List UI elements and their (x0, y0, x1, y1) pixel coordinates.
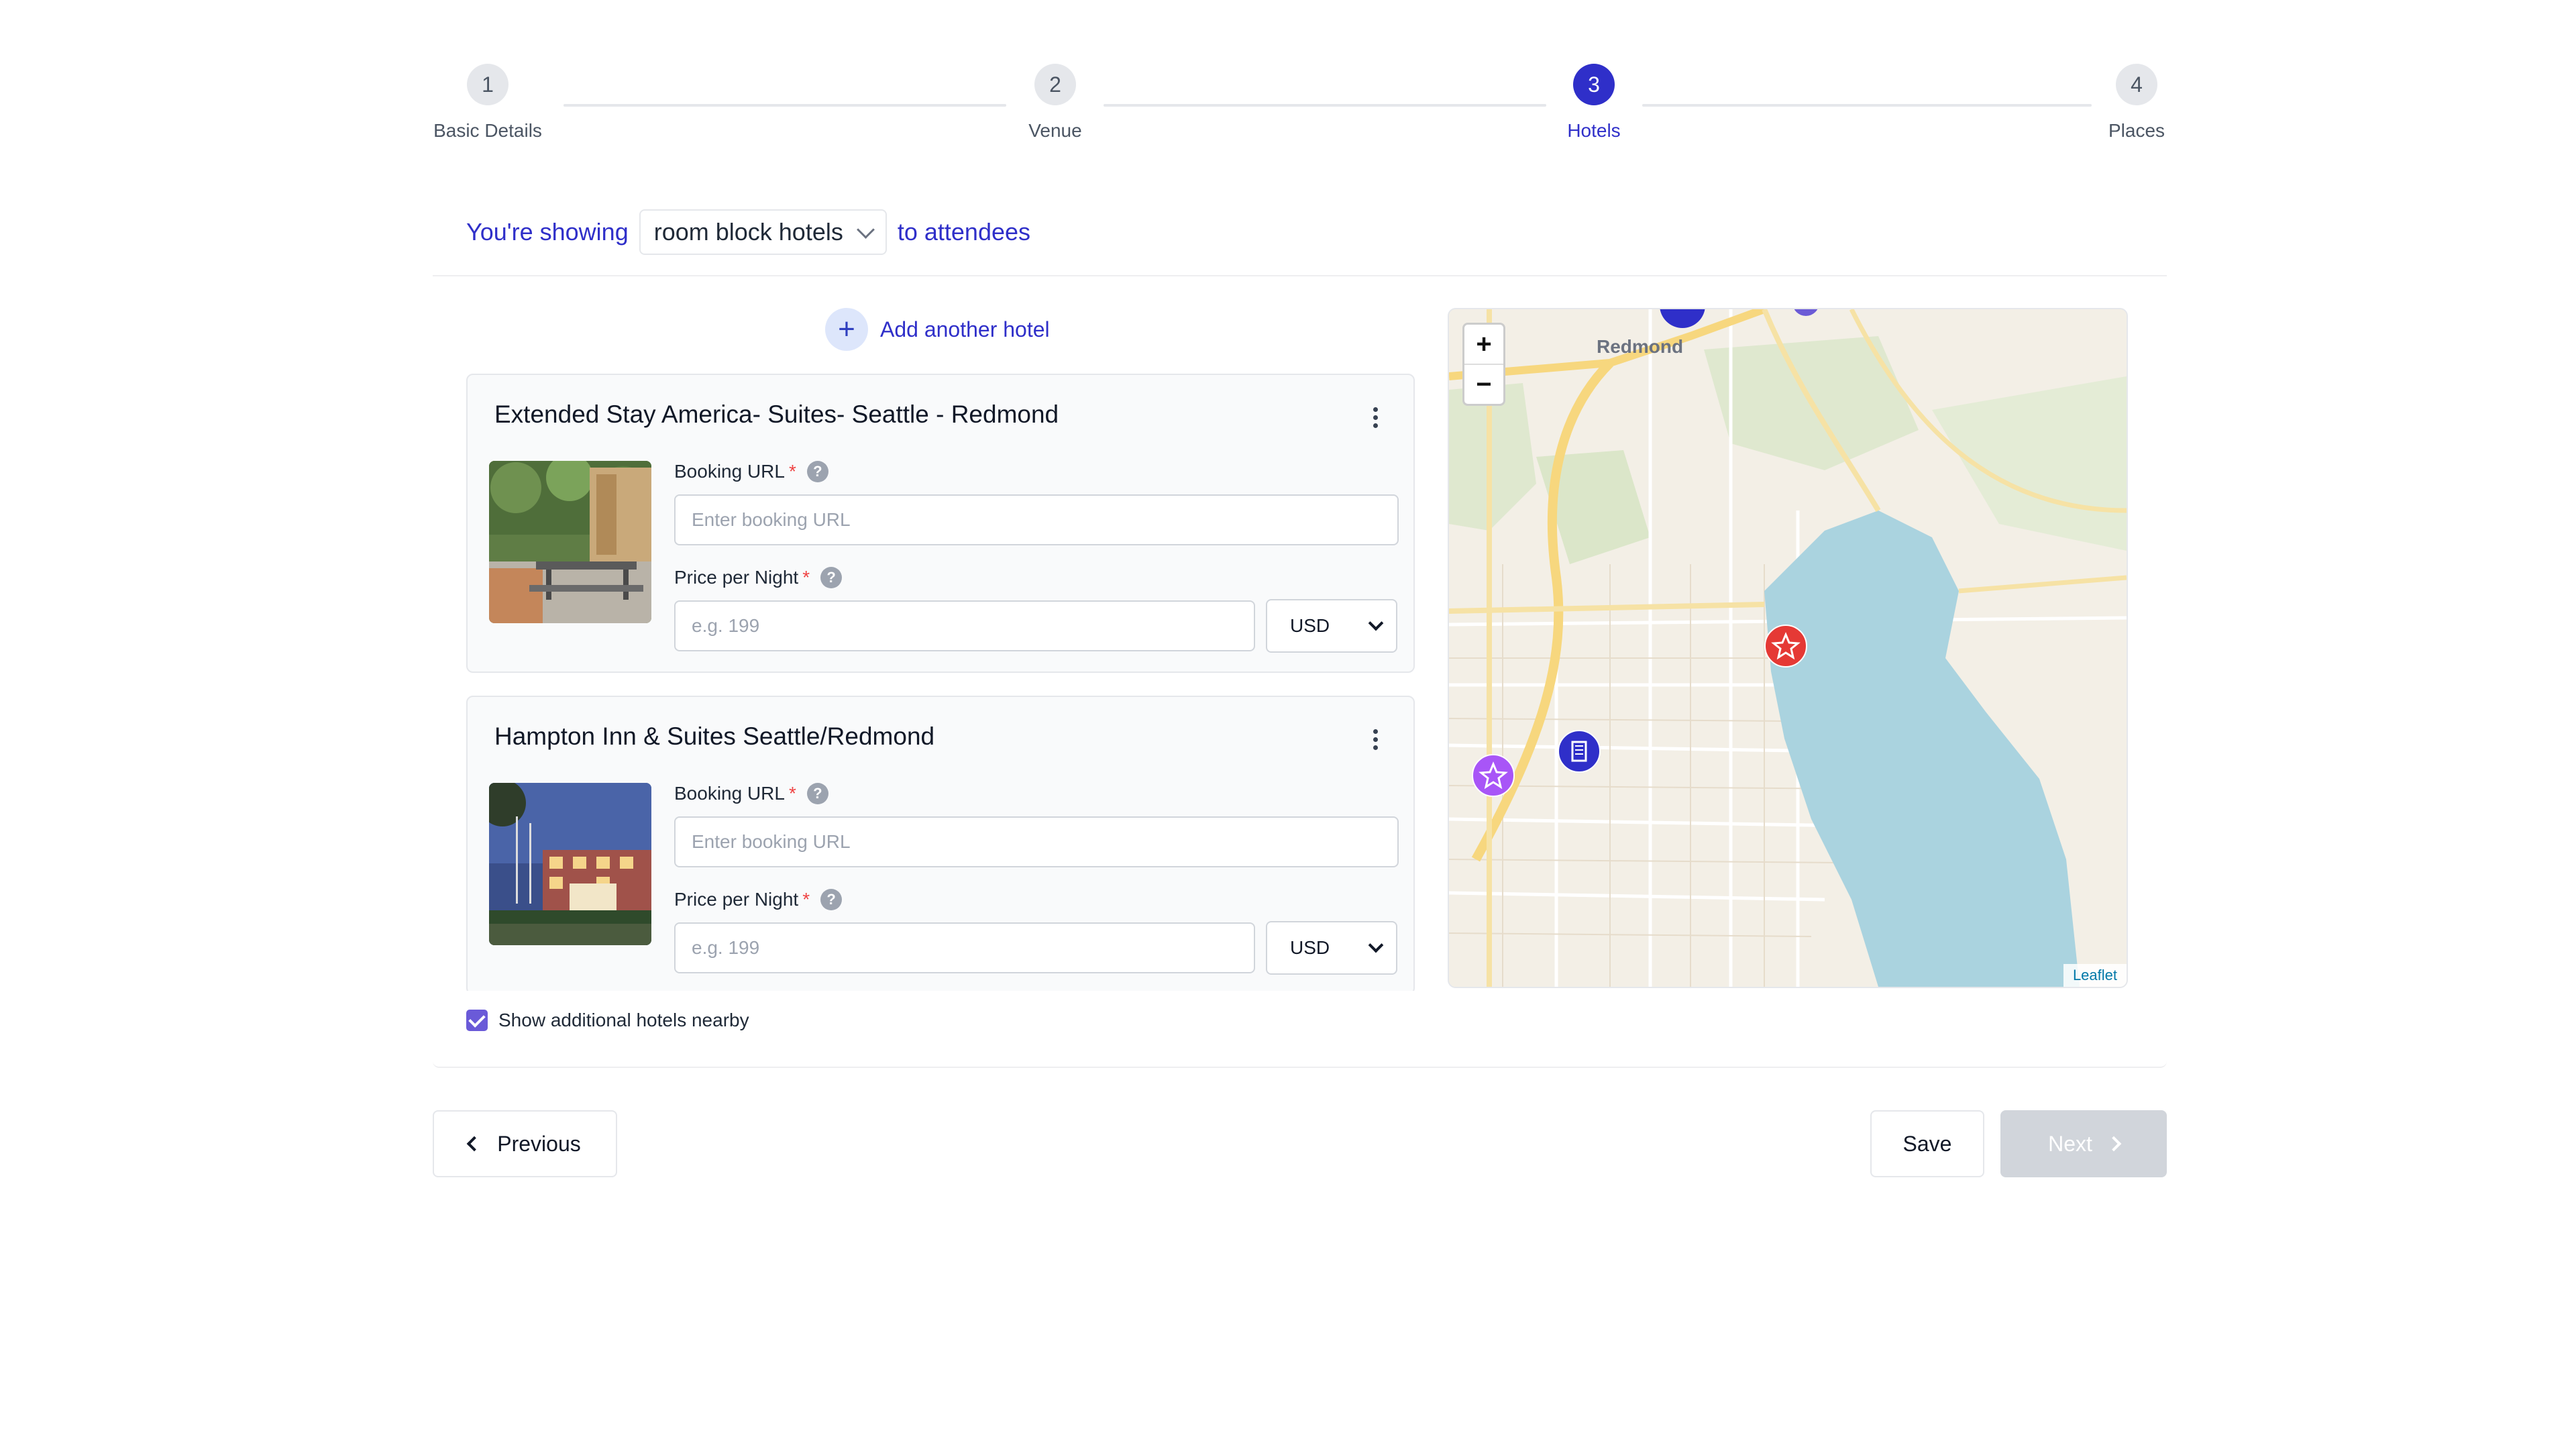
divider (433, 275, 2167, 276)
display-mode-select[interactable]: room block hotels (639, 209, 887, 255)
display-mode-prefix: You're showing (466, 218, 629, 246)
currency-select[interactable]: USD (1266, 921, 1397, 975)
hotel-photo (489, 783, 651, 945)
add-hotel-label: Add another hotel (880, 317, 1050, 341)
step-places[interactable]: 4 Places (2063, 64, 2210, 142)
chevron-down-icon (1368, 615, 1384, 631)
zoom-out-button[interactable]: − (1464, 364, 1503, 404)
step-label: Basic Details (433, 120, 542, 141)
chevron-right-icon (2106, 1136, 2122, 1152)
progress-stepper: 1 Basic Details 2 Venue 3 Hotels 4 Place… (433, 64, 2167, 151)
booking-url-label: Booking URL * ? (674, 461, 828, 482)
next-button[interactable]: Next (2000, 1110, 2167, 1177)
chevron-down-icon (1368, 937, 1384, 953)
stepper-connector (1104, 104, 1546, 107)
step-hotels[interactable]: 3 Hotels (1520, 64, 1668, 142)
price-input[interactable] (674, 600, 1255, 651)
booking-url-label: Booking URL * ? (674, 783, 828, 804)
previous-button[interactable]: Previous (433, 1110, 617, 1177)
venue-star-marker-icon[interactable] (1764, 624, 1808, 668)
hotel-card: Extended Stay America- Suites- Seattle -… (466, 374, 1415, 673)
show-nearby-checkbox[interactable] (466, 1010, 488, 1031)
help-icon[interactable]: ? (820, 567, 843, 588)
zoom-in-button[interactable]: + (1464, 325, 1503, 364)
hotel-name: Extended Stay America- Suites- Seattle -… (494, 400, 1059, 428)
save-button[interactable]: Save (1870, 1110, 1984, 1177)
hotel-map[interactable]: Redmond + − Leaflet (1448, 308, 2128, 988)
display-mode-suffix: to attendees (897, 218, 1031, 246)
help-icon[interactable]: ? (806, 783, 828, 804)
step-basic-details[interactable]: 1 Basic Details (414, 64, 561, 142)
stepper-connector (1642, 104, 2092, 107)
map-place-label: Redmond (1597, 336, 1684, 357)
place-star-marker-icon[interactable] (1471, 753, 1515, 798)
map-zoom-control: + − (1462, 323, 1505, 406)
price-label: Price per Night * ? (674, 889, 843, 910)
price-label: Price per Night * ? (674, 567, 843, 588)
step-number: 4 (2116, 64, 2157, 105)
step-number: 3 (1573, 64, 1615, 105)
hotel-name: Hampton Inn & Suites Seattle/Redmond (494, 722, 935, 750)
show-nearby-row[interactable]: Show additional hotels nearby (466, 1010, 749, 1031)
chevron-left-icon (466, 1136, 482, 1152)
hotel-building-marker-icon[interactable] (1557, 729, 1601, 773)
map-attribution-link[interactable]: Leaflet (2063, 964, 2127, 987)
price-input[interactable] (674, 922, 1255, 973)
booking-url-input[interactable] (674, 494, 1399, 545)
hotel-exterior-photo-icon (489, 783, 651, 945)
display-mode-value: room block hotels (653, 218, 843, 246)
patio-photo-icon (489, 461, 651, 623)
step-number: 1 (467, 64, 508, 105)
more-options-icon[interactable] (1372, 729, 1379, 750)
more-options-icon[interactable] (1372, 407, 1379, 428)
add-hotel-button[interactable]: + Add another hotel (825, 308, 1050, 351)
step-label: Venue (1028, 120, 1082, 141)
help-icon[interactable]: ? (806, 461, 828, 482)
step-label: Places (2108, 120, 2165, 141)
hotel-photo (489, 461, 651, 623)
checkmark-icon (468, 1010, 486, 1028)
chevron-down-icon (856, 220, 875, 239)
hotel-card: Hampton Inn & Suites Seattle/Redmond Boo… (466, 696, 1415, 991)
booking-url-input[interactable] (674, 816, 1399, 867)
step-number: 2 (1034, 64, 1076, 105)
help-icon[interactable]: ? (820, 889, 843, 910)
plus-icon: + (825, 308, 868, 351)
currency-select[interactable]: USD (1266, 599, 1397, 653)
step-venue[interactable]: 2 Venue (981, 64, 1129, 142)
display-mode-row: You're showing room block hotels to atte… (466, 209, 1031, 255)
show-nearby-label: Show additional hotels nearby (498, 1010, 749, 1030)
step-label: Hotels (1567, 120, 1621, 141)
stepper-connector (564, 104, 1006, 107)
hotel-list[interactable]: Extended Stay America- Suites- Seattle -… (466, 374, 1417, 991)
